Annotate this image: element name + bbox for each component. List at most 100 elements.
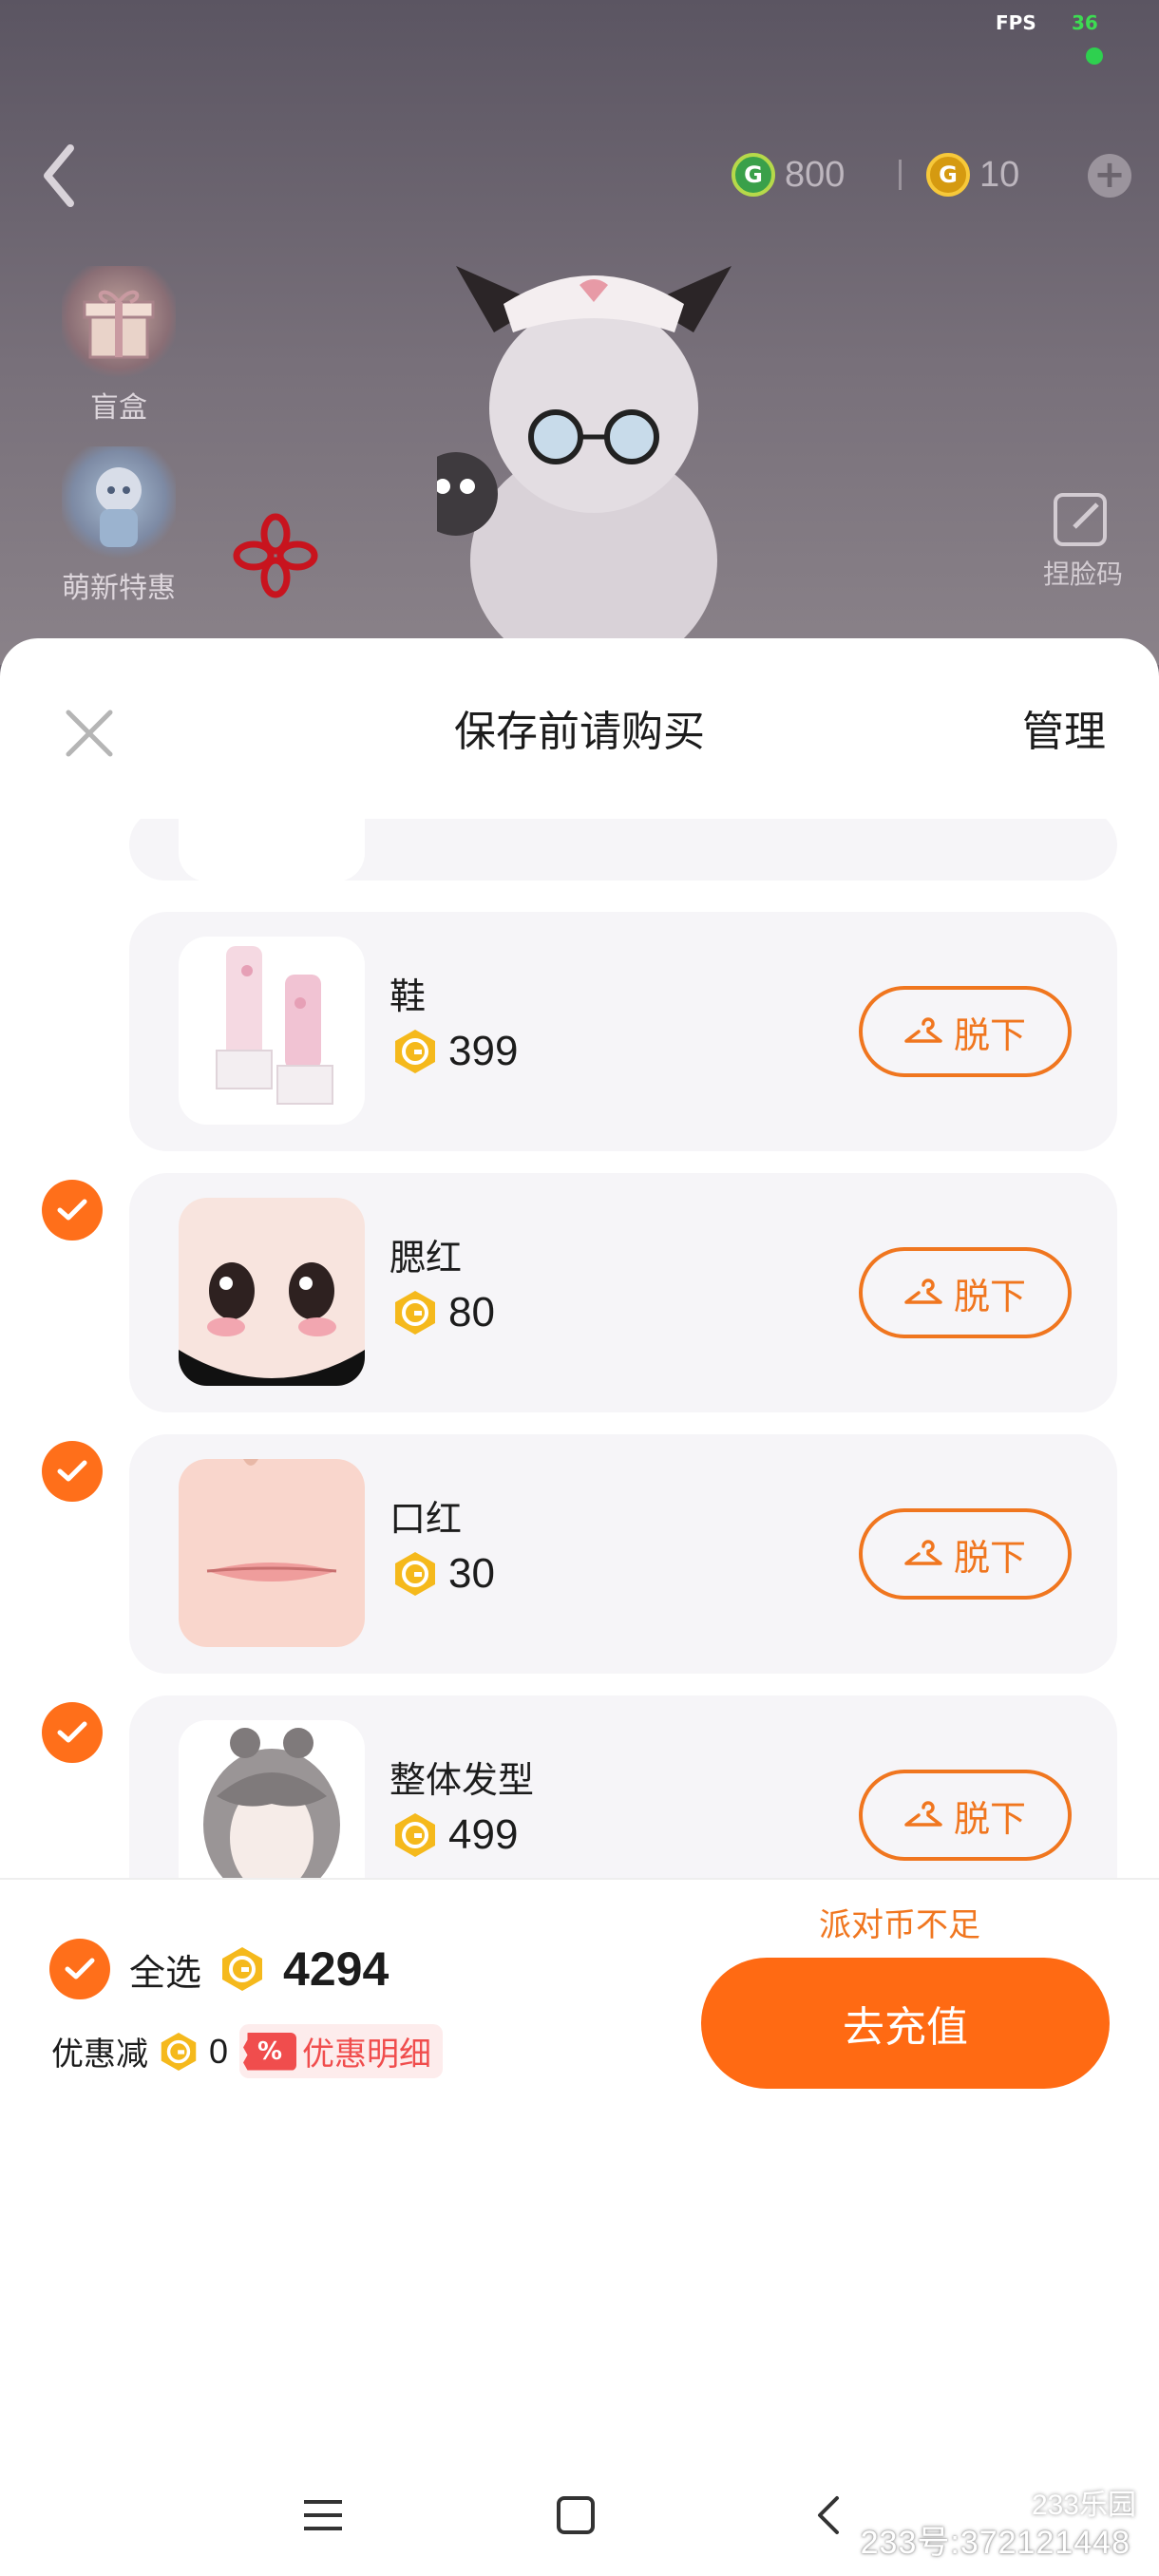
gold-coin-icon: G bbox=[926, 153, 970, 197]
hanger-icon bbox=[904, 1279, 942, 1304]
green-coin-icon: G bbox=[732, 153, 775, 197]
currency-divider bbox=[899, 160, 902, 190]
item-price-value: 80 bbox=[448, 1289, 495, 1335]
hanger-icon bbox=[904, 1540, 942, 1565]
home-nav-button[interactable] bbox=[545, 2485, 606, 2546]
item-list[interactable]: 鞋 399 脱下 腮红 80 脱下 口红 30 脱下 整体发型 499 脱下 bbox=[0, 819, 1159, 1878]
newbie-offer-entry[interactable]: 萌新特惠 bbox=[48, 446, 190, 606]
flower-decoration-icon bbox=[233, 513, 318, 598]
select-all-toggle[interactable]: 全选 4294 bbox=[49, 1939, 389, 1999]
list-item: 腮红 80 脱下 bbox=[129, 1173, 1117, 1412]
blind-box-label: 盲盒 bbox=[90, 391, 147, 425]
item-price-value: 399 bbox=[448, 1028, 519, 1074]
gift-box-icon bbox=[62, 266, 176, 380]
check-icon bbox=[57, 1460, 87, 1482]
back-nav-button[interactable] bbox=[798, 2485, 859, 2546]
gold-coin-icon bbox=[222, 1947, 263, 1991]
check-icon bbox=[65, 1958, 95, 1979]
item-name: 鞋 bbox=[390, 975, 427, 1017]
shoes-image bbox=[216, 946, 333, 1105]
sheet-header: 保存前请购买 管理 bbox=[0, 638, 1159, 819]
gold-coin-icon bbox=[395, 1813, 435, 1857]
take-off-label: 脱下 bbox=[953, 1797, 1026, 1840]
item-name: 整体发型 bbox=[390, 1759, 535, 1801]
back-chevron-icon bbox=[818, 2496, 839, 2534]
take-off-button[interactable]: 脱下 bbox=[859, 1247, 1072, 1338]
discount-label: 优惠减 bbox=[51, 2036, 148, 2074]
newbie-offer-label: 萌新特惠 bbox=[62, 572, 176, 605]
take-off-button[interactable]: 脱下 bbox=[859, 1770, 1072, 1861]
fps-label: FPS bbox=[996, 11, 1036, 34]
watermark-id: 233号:372121448 bbox=[860, 2525, 1130, 2561]
recharge-button[interactable]: 去充值 bbox=[701, 1958, 1110, 2089]
newbie-avatar-icon bbox=[62, 446, 176, 560]
item-name: 口红 bbox=[390, 1498, 463, 1540]
discount-badge: % bbox=[243, 2032, 297, 2071]
item-price: 399 bbox=[393, 1028, 518, 1075]
edit-icon bbox=[1054, 493, 1107, 546]
check-icon bbox=[57, 1721, 87, 1743]
item-thumbnail bbox=[179, 1720, 365, 1878]
check-icon bbox=[57, 1199, 87, 1221]
gold-coin-icon bbox=[161, 2032, 197, 2071]
discount-detail-label: 优惠明细 bbox=[302, 2036, 432, 2074]
purchase-sheet: 保存前请购买 管理 鞋 399 脱下 腮红 80 脱下 口红 30 脱下 整体发… bbox=[0, 638, 1159, 2576]
gold-coin-icon bbox=[395, 1291, 435, 1335]
menu-nav-button[interactable] bbox=[293, 2485, 353, 2546]
take-off-label: 脱下 bbox=[953, 1536, 1026, 1579]
select-all-checkbox[interactable] bbox=[49, 1939, 110, 1999]
discount-row: 优惠减 0 % 优惠明细 bbox=[51, 2024, 444, 2078]
item-price: 80 bbox=[393, 1289, 495, 1336]
pinch-face-code-label: 捏脸码 bbox=[1042, 559, 1123, 590]
list-item: 口红 30 脱下 bbox=[129, 1434, 1117, 1674]
gold-coin-icon bbox=[395, 1030, 435, 1073]
discount-value: 0 bbox=[209, 2031, 229, 2071]
fps-value: 36 bbox=[1072, 11, 1098, 34]
gold-coin-value: 10 bbox=[979, 154, 1020, 195]
back-arrow-icon[interactable] bbox=[40, 142, 78, 209]
item-thumbnail bbox=[179, 1198, 365, 1386]
item-price: 30 bbox=[393, 1550, 495, 1598]
sheet-title: 保存前请购买 bbox=[454, 708, 705, 756]
green-coin-balance[interactable]: G 800 bbox=[732, 144, 845, 205]
item-name: 腮红 bbox=[390, 1237, 463, 1279]
green-coin-value: 800 bbox=[785, 154, 846, 195]
hanger-icon bbox=[904, 1801, 942, 1827]
lipstick-image bbox=[179, 1459, 365, 1647]
blind-box-entry[interactable]: 盲盒 bbox=[48, 266, 190, 426]
add-currency-button[interactable]: + bbox=[1088, 154, 1131, 198]
item-thumbnail bbox=[179, 1459, 365, 1647]
item-thumbnail bbox=[179, 937, 365, 1125]
blush-image bbox=[179, 1198, 365, 1386]
take-off-label: 脱下 bbox=[953, 1013, 1026, 1056]
take-off-button[interactable]: 脱下 bbox=[859, 986, 1072, 1077]
item-price-value: 499 bbox=[448, 1811, 519, 1858]
item-checkbox[interactable] bbox=[42, 1441, 103, 1502]
avatar-character bbox=[437, 266, 732, 655]
gold-coin-icon bbox=[395, 1552, 435, 1596]
pinch-face-code-button[interactable]: 捏脸码 bbox=[1031, 489, 1135, 592]
insufficient-balance-text: 派对币不足 bbox=[819, 1906, 980, 1944]
hanger-icon bbox=[904, 1017, 942, 1043]
total-price: 4294 bbox=[283, 1942, 390, 1996]
list-item-partial bbox=[129, 819, 1117, 881]
avatar-scene: FPS 36 G 800 G 10 + 盲盒 萌新特惠 捏脸码 bbox=[0, 0, 1159, 665]
item-price: 499 bbox=[393, 1811, 518, 1859]
take-off-button[interactable]: 脱下 bbox=[859, 1508, 1072, 1600]
home-square-icon bbox=[557, 2496, 595, 2534]
item-thumbnail bbox=[179, 819, 365, 881]
hairstyle-image bbox=[203, 1728, 340, 1878]
select-all-label: 全选 bbox=[129, 1951, 202, 1994]
item-checkbox[interactable] bbox=[42, 1702, 103, 1763]
gold-coin-balance[interactable]: G 10 bbox=[926, 144, 1019, 205]
manage-button[interactable]: 管理 bbox=[1022, 697, 1106, 758]
list-item: 整体发型 499 脱下 bbox=[129, 1695, 1117, 1878]
discount-detail-button[interactable]: % 优惠明细 bbox=[239, 2024, 444, 2078]
take-off-label: 脱下 bbox=[953, 1275, 1026, 1317]
system-nav-bar: 233乐园 233号:372121448 bbox=[0, 2458, 1159, 2576]
item-checkbox[interactable] bbox=[42, 1180, 103, 1241]
item-price-value: 30 bbox=[448, 1550, 495, 1597]
fps-indicator-dot bbox=[1086, 47, 1103, 65]
list-item: 鞋 399 脱下 bbox=[129, 912, 1117, 1151]
menu-icon bbox=[304, 2500, 342, 2530]
